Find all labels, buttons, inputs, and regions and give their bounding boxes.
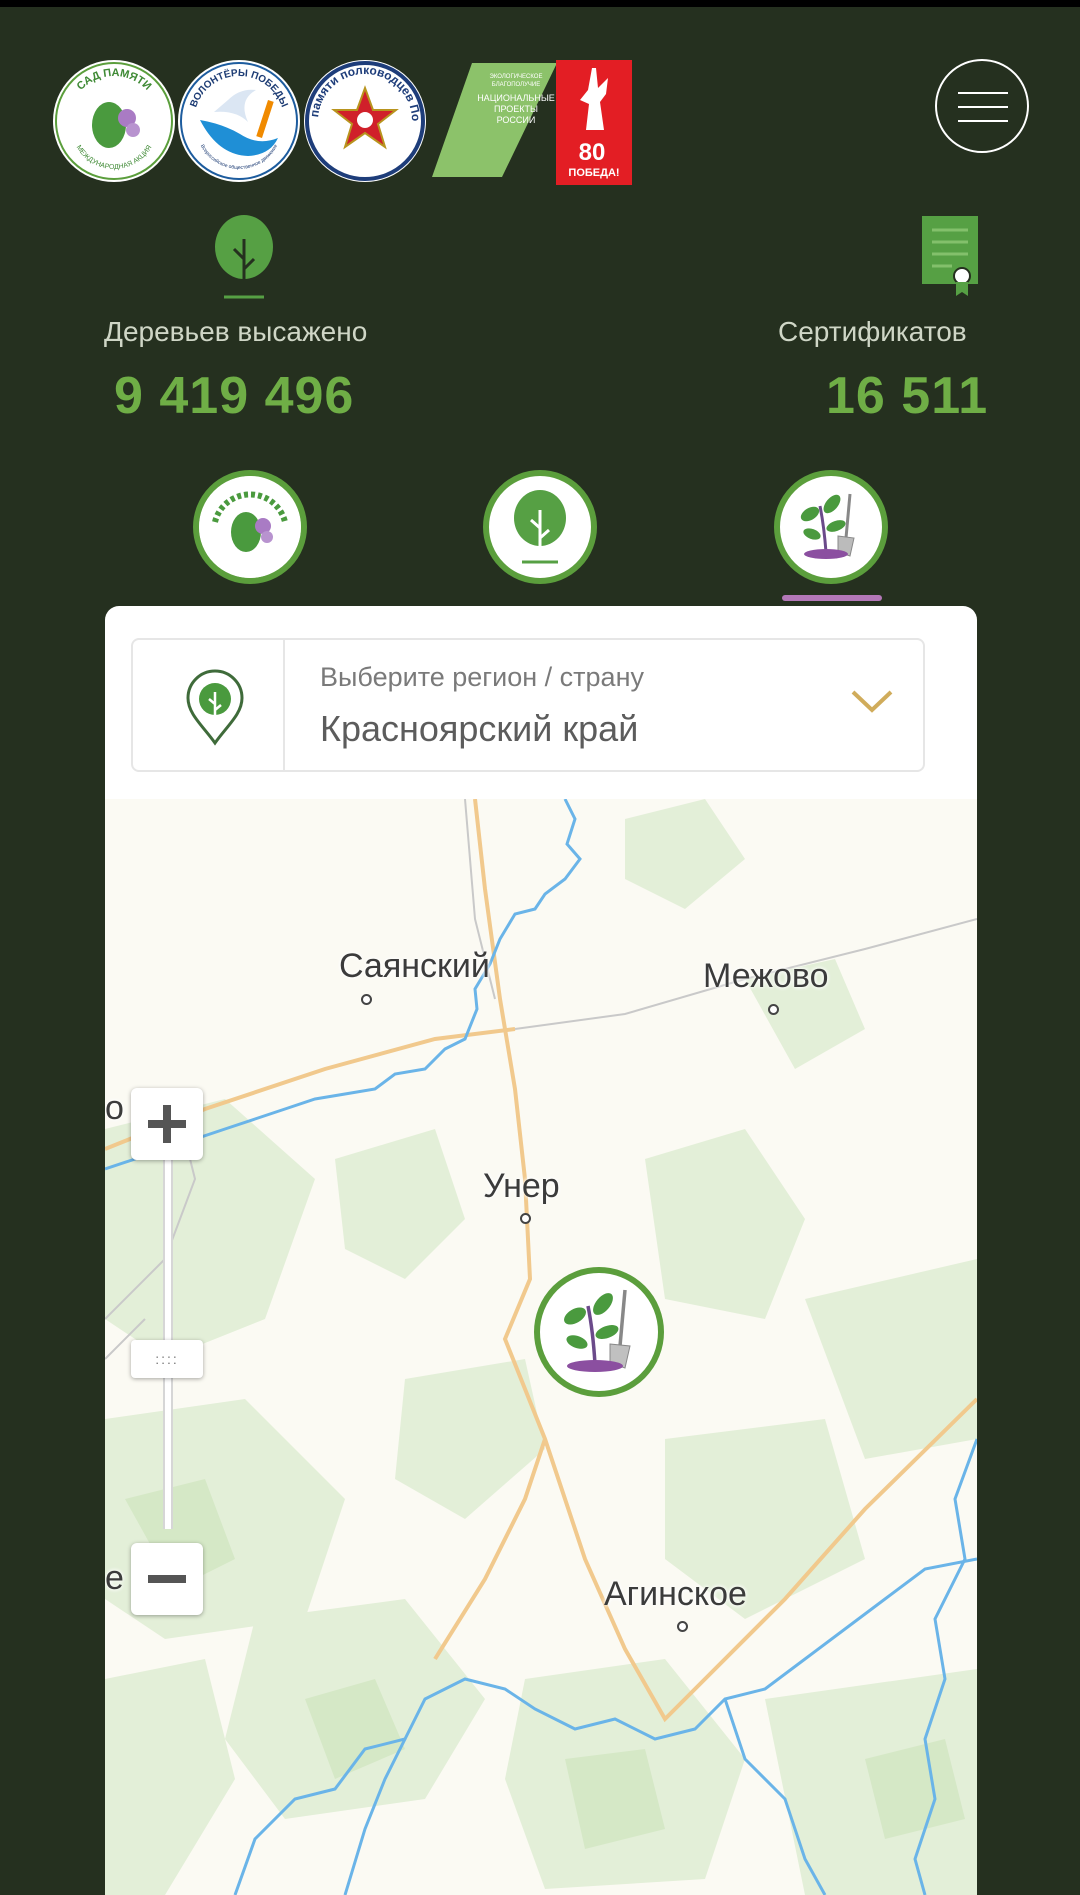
certificates-value: 16 511: [826, 367, 989, 425]
hamburger-icon-line: [958, 106, 1008, 108]
sad-pamyati-logo[interactable]: САД ПАМЯТИ МЕЖДУНАРОДНАЯ АКЦИЯ: [53, 60, 175, 182]
map-label-partial-left: о: [105, 1089, 124, 1127]
minus-icon: [148, 1575, 186, 1583]
seedling-shovel-icon: [800, 493, 855, 559]
trees-planted-value: 9 419 496: [114, 367, 355, 425]
pobeda-80-number: 80: [579, 139, 606, 166]
seedling-shovel-icon: [534, 1267, 664, 1397]
natsproekty-line-2: БЛАГОПОЛУЧИЕ: [492, 82, 540, 88]
tab-sad-pamyati[interactable]: [193, 470, 307, 584]
natsproekty-logo[interactable]: ЭКОЛОГИЧЕСКОЕ БЛАГОПОЛУЧИЕ НАЦИОНАЛЬНЫЕ …: [432, 63, 557, 177]
sad-pamyati-emblem-icon: [199, 476, 301, 578]
natsproekty-line-3: НАЦИОНАЛЬНЫЕ: [477, 93, 555, 103]
hamburger-icon-line: [958, 92, 1008, 94]
active-tab-indicator: [782, 595, 882, 601]
plus-icon: [148, 1105, 186, 1143]
pobeda-80-word: ПОБЕДА!: [568, 167, 619, 179]
menu-button[interactable]: [935, 59, 1029, 153]
map-label-sayansky: Саянский: [339, 947, 490, 985]
fond-pamyati-logo[interactable]: Фонд памяти полководцев Победы: [304, 60, 426, 182]
natsproekty-line-1: ЭКОЛОГИЧЕСКОЕ: [490, 74, 543, 80]
region-select-icon-cell: [133, 640, 285, 770]
region-select-value: Красноярский край: [320, 708, 639, 749]
zoom-out-button[interactable]: [131, 1543, 203, 1615]
pobeda-80-logo[interactable]: 80 ПОБЕДА!: [556, 60, 632, 185]
map-point-mezhovo: [768, 1004, 779, 1015]
map-view[interactable]: Саянский Межово Унер Агинское о е ::::: [105, 799, 977, 1895]
volontery-pobedy-logo[interactable]: ВОЛОНТЁРЫ ПОБЕДЫ Всероссийское обществен…: [178, 60, 300, 182]
tree-icon: [215, 215, 273, 299]
certificate-icon: [922, 216, 978, 296]
tab-trees[interactable]: [483, 470, 597, 584]
natsproekty-line-5: РОССИИ: [497, 115, 536, 125]
certificates-label: Сертификатов: [778, 316, 967, 347]
chevron-down-icon[interactable]: [850, 688, 894, 716]
location-pin-icon: [186, 669, 244, 746]
map-label-mezhovo: Межово: [703, 957, 829, 995]
trees-planted-label: Деревьев высажено: [104, 316, 368, 347]
zoom-slider-handle[interactable]: ::::: [131, 1340, 203, 1378]
status-bar: [0, 0, 1080, 7]
map-label-partial-left-lower: е: [105, 1559, 124, 1597]
tree-tab-icon: [514, 490, 566, 564]
map-label-aginskoe: Агинское: [604, 1575, 747, 1613]
natsproekty-line-4: ПРОЕКТЫ: [494, 104, 538, 114]
map-point-aginskoe: [677, 1621, 688, 1632]
planting-site-marker[interactable]: [533, 1266, 665, 1398]
region-select[interactable]: Выберите регион / страну Красноярский кр…: [131, 638, 925, 772]
tab-planting[interactable]: [774, 470, 888, 584]
zoom-in-button[interactable]: [131, 1088, 203, 1160]
map-label-uner: Унер: [483, 1167, 560, 1205]
map-point-sayansky: [361, 994, 372, 1005]
region-select-caption: Выберите регион / страну: [320, 662, 644, 692]
hamburger-icon-line: [958, 120, 1008, 122]
map-card: Выберите регион / страну Красноярский кр…: [105, 606, 977, 1895]
map-point-uner: [520, 1213, 531, 1224]
